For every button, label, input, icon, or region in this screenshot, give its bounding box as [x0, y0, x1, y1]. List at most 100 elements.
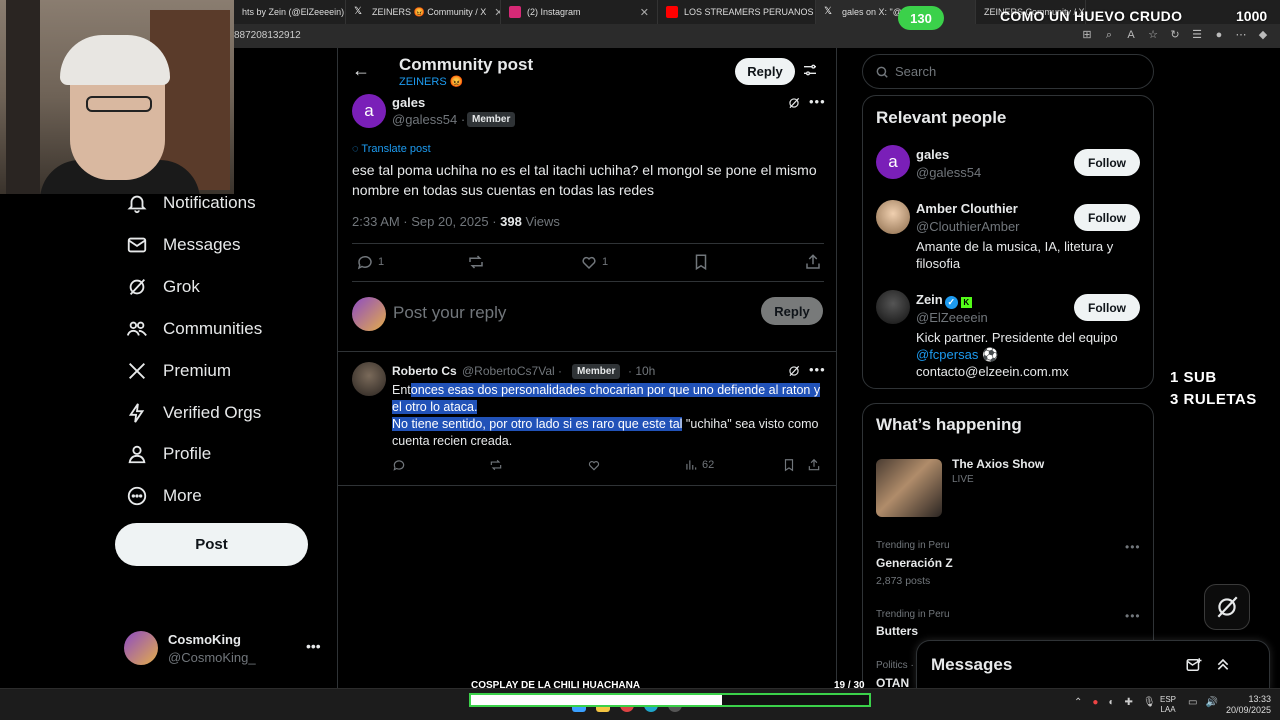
avatar[interactable]: a — [876, 145, 910, 179]
close-tab-icon[interactable]: ✕ — [486, 6, 500, 19]
grok-icon — [129, 279, 146, 295]
post-button[interactable]: Post — [115, 523, 308, 566]
tray-app-icon[interactable]: ✚ — [1124, 697, 1132, 708]
system-clock[interactable]: 13:33 20/09/2025 — [1226, 694, 1271, 716]
trend-name[interactable]: Butters — [876, 624, 918, 638]
avatar[interactable]: a — [352, 94, 386, 128]
tray-app-icon[interactable]: ◐ — [1108, 697, 1114, 708]
bio-link[interactable]: @fcpersas — [916, 347, 978, 362]
avatar — [352, 297, 386, 331]
favorites-icon[interactable]: ☰ — [1190, 28, 1204, 42]
follow-button[interactable]: Follow — [1074, 294, 1140, 321]
browser-tab-active[interactable]: 𝕏gales on X: "@C — [816, 0, 976, 24]
reply-author-name[interactable]: Roberto Cs — [392, 364, 457, 378]
volume-icon[interactable]: 🔊 — [1205, 697, 1217, 708]
star-icon[interactable]: ☆ — [1146, 28, 1160, 42]
grok-floating-button[interactable] — [1204, 584, 1250, 630]
person-name[interactable]: gales — [916, 147, 949, 162]
like-action[interactable] — [587, 458, 605, 472]
reply-submit-button[interactable]: Reply — [761, 297, 823, 325]
nav-item-grok[interactable]: Grok — [126, 269, 200, 305]
avatar[interactable] — [876, 290, 910, 324]
url-text[interactable]: 887208132912 — [234, 30, 301, 41]
browser-tab[interactable]: 𝕏ZEINERS 😡 Community / X✕ — [346, 0, 501, 24]
card-title: What’s happening — [876, 415, 1022, 434]
person-name[interactable]: Zein ✓ K — [916, 292, 972, 309]
new-message-icon[interactable] — [1185, 656, 1203, 674]
bookmark-action[interactable] — [692, 253, 714, 271]
person-handle[interactable]: @ClouthierAmber — [916, 219, 1020, 234]
webcam-overlay — [0, 0, 234, 194]
microphone-icon[interactable]: 🎙 — [1143, 697, 1156, 708]
translate-icon[interactable]: ⊞ — [1080, 28, 1094, 42]
reply-header-button[interactable]: Reply — [735, 58, 795, 85]
show-title[interactable]: The Axios Show — [952, 457, 1044, 471]
nav-item-more[interactable]: More — [126, 478, 202, 514]
avatar[interactable] — [876, 200, 910, 234]
close-tab-icon[interactable]: ✕ — [632, 6, 649, 19]
back-arrow-icon[interactable]: ← — [352, 60, 370, 81]
zoom-icon[interactable]: ⌕ — [1102, 28, 1116, 42]
browser-tab[interactable]: LOS STREAMERS PERUANOS QU✕ — [658, 0, 816, 24]
nav-item-profile[interactable]: Profile — [126, 436, 211, 472]
trend-more-icon[interactable]: ••• — [1125, 609, 1141, 623]
nav-item-notifications[interactable]: Notifications — [126, 185, 256, 221]
trend-name[interactable]: Generación Z — [876, 556, 953, 570]
repost-action[interactable] — [489, 458, 507, 472]
nav-item-premium[interactable]: Premium — [126, 353, 231, 389]
network-icon[interactable]: ▭ — [1188, 697, 1197, 708]
follow-button[interactable]: Follow — [1074, 204, 1140, 231]
tray-chevron-icon[interactable]: ⌃ — [1074, 697, 1082, 708]
nav-item-verified-orgs[interactable]: Verified Orgs — [126, 395, 261, 431]
bookmark-action[interactable] — [782, 458, 800, 472]
reply-author-handle[interactable]: @RobertoCs7Val · — [462, 364, 562, 378]
post-more-icon[interactable]: ••• — [809, 94, 826, 109]
messages-drawer[interactable]: Messages — [916, 640, 1270, 690]
relevant-people-card: Relevant people a gales @galess54 Follow… — [862, 95, 1154, 389]
search-input[interactable]: Search — [862, 54, 1154, 89]
browser-tab[interactable]: (2) Instagram ✕ — [501, 0, 658, 24]
tray-app-icon[interactable]: ● — [1092, 697, 1098, 708]
views-action[interactable]: 62 — [684, 458, 714, 472]
heart-icon — [588, 461, 600, 471]
browser-tab[interactable]: hts by Zein (@ElZeeeein) /✕ — [234, 0, 346, 24]
avatar[interactable] — [352, 362, 386, 396]
like-action[interactable]: 1 — [580, 253, 608, 271]
profile-icon[interactable]: ● — [1212, 28, 1226, 42]
person-handle[interactable]: @galess54 — [916, 165, 981, 180]
nav-item-communities[interactable]: Communities — [126, 311, 262, 347]
person-name[interactable]: Amber Clouthier — [916, 201, 1018, 216]
reply-timestamp[interactable]: · 10h — [628, 364, 655, 378]
nav-item-messages[interactable]: Messages — [126, 227, 240, 263]
refresh-icon[interactable]: ↻ — [1168, 28, 1182, 42]
reply-action[interactable]: 1 — [356, 253, 384, 271]
copilot-icon[interactable]: ◆ — [1256, 28, 1270, 42]
read-aloud-icon[interactable]: A — [1124, 28, 1138, 42]
language-indicator[interactable]: ESP LAA — [1160, 695, 1176, 715]
reply-input[interactable]: Post your reply — [393, 303, 506, 323]
expand-icon[interactable] — [1215, 656, 1231, 672]
person-handle[interactable]: @ElZeeeein — [916, 310, 988, 325]
repost-action[interactable] — [467, 253, 489, 271]
post-author-name[interactable]: gales — [392, 95, 425, 110]
post-author-handle[interactable]: @galess54 · — [392, 112, 465, 127]
account-switcher[interactable]: CosmoKing @CosmoKing_ ••• — [124, 630, 324, 666]
grok-explain-icon[interactable] — [787, 364, 801, 378]
reply-post[interactable]: Roberto Cs @RobertoCs7Val · Member · 10h… — [338, 352, 836, 486]
grok-icon — [1217, 596, 1238, 618]
share-action[interactable] — [807, 458, 825, 472]
grok-explain-icon[interactable] — [787, 96, 801, 110]
reply-more-icon[interactable]: ••• — [809, 362, 826, 377]
x-logo-icon: 𝕏 — [824, 6, 833, 17]
sliders-icon[interactable] — [802, 62, 818, 78]
share-action[interactable] — [804, 253, 826, 271]
menu-icon[interactable]: ⋯ — [1234, 28, 1248, 42]
account-more-icon[interactable]: ••• — [306, 638, 321, 654]
follow-button[interactable]: Follow — [1074, 149, 1140, 176]
account-name: CosmoKing — [168, 632, 241, 647]
reply-action[interactable] — [392, 458, 410, 472]
show-thumbnail[interactable] — [876, 459, 942, 517]
translate-post-link[interactable]: ◌ Translate post — [352, 143, 431, 155]
community-link[interactable]: ZEINERS 😡 — [399, 75, 463, 88]
trend-more-icon[interactable]: ••• — [1125, 540, 1141, 554]
